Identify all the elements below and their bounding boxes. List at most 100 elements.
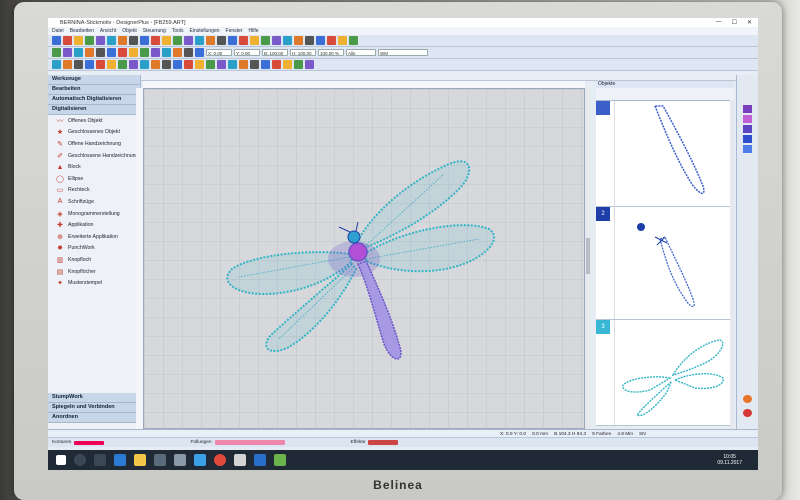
search-icon[interactable] (74, 454, 86, 466)
color-swatch-1[interactable] (743, 105, 752, 113)
section-arrange[interactable]: Anordnen (48, 413, 140, 423)
minimize-button[interactable]: — (716, 19, 722, 26)
transform-field[interactable]: X: 0.00 (206, 49, 232, 56)
bernina-app-icon[interactable] (274, 454, 286, 466)
menu-item-3[interactable]: Objekt (122, 28, 136, 34)
fill-stitch-icons[interactable] (214, 440, 285, 445)
windows-start-icon[interactable] (56, 455, 66, 465)
tool-buttonhole[interactable]: ▥ Knopfloch (48, 254, 140, 266)
app-icon[interactable] (234, 454, 246, 466)
toolbar-button-icon[interactable] (162, 48, 171, 57)
toolbar-button-icon[interactable] (228, 36, 237, 45)
toolbar-button-icon[interactable] (173, 48, 182, 57)
toolbar-button-icon[interactable] (305, 60, 314, 69)
toolbar-button-icon[interactable] (96, 36, 105, 45)
toolbar-button-icon[interactable] (261, 60, 270, 69)
tool-open-object[interactable]: 〰 Offenes Objekt (48, 115, 140, 127)
thread-icon[interactable] (743, 395, 752, 403)
maximize-button[interactable]: ☐ (732, 19, 737, 26)
task-view-icon[interactable] (94, 454, 106, 466)
tool-punchwork[interactable]: ✸ PunchWork (48, 243, 140, 255)
tool-applique[interactable]: ✚ Applikation (48, 219, 140, 231)
toolbar-button-icon[interactable] (184, 60, 193, 69)
toolbar-button-icon[interactable] (195, 36, 204, 45)
tool-monogram[interactable]: ◈ Monogrammerstellung (48, 208, 140, 220)
toolbar-button-icon[interactable] (118, 36, 127, 45)
contour-stitch-icons[interactable] (74, 440, 105, 445)
toolbar-button-icon[interactable] (294, 36, 303, 45)
toolbar-button-icon[interactable] (250, 36, 259, 45)
toolbar-button-icon[interactable] (195, 48, 204, 57)
toolbar-button-icon[interactable] (239, 36, 248, 45)
toolbar-button-icon[interactable] (107, 60, 116, 69)
chrome-icon[interactable] (214, 454, 226, 466)
color-swatch-5[interactable] (743, 145, 752, 153)
toolbar-button-icon[interactable] (74, 48, 83, 57)
section-edit[interactable]: Bearbeiten (48, 85, 140, 95)
menu-item-8[interactable]: Hilfe (248, 28, 258, 34)
transform-field[interactable]: H: 100.00 (290, 49, 316, 56)
menu-item-7[interactable]: Fenster (226, 28, 243, 34)
tool-rectangle[interactable]: ▭ Rechteck (48, 185, 140, 197)
toolbar-button-icon[interactable] (195, 60, 204, 69)
transform-field[interactable]: Y: 0.00 (234, 49, 260, 56)
toolbar-button-icon[interactable] (118, 48, 127, 57)
toolbar-button-icon[interactable] (217, 60, 226, 69)
toolbar-button-icon[interactable] (316, 36, 325, 45)
filter-dropdown[interactable]: Alle (346, 49, 376, 56)
toolbar-button-icon[interactable] (261, 36, 270, 45)
toolbar-button-icon[interactable] (85, 60, 94, 69)
toolbar-button-icon[interactable] (140, 60, 149, 69)
toolbar-button-icon[interactable] (184, 36, 193, 45)
toolbar-button-icon[interactable] (327, 36, 336, 45)
color-swatch-3[interactable] (743, 125, 752, 133)
toolbar-button-icon[interactable] (85, 36, 94, 45)
effect-icons[interactable] (368, 440, 399, 445)
toolbar-button-icon[interactable] (96, 48, 105, 57)
color-swatch-2[interactable] (743, 115, 752, 123)
toolbar-button-icon[interactable] (283, 60, 292, 69)
file-explorer-icon[interactable] (134, 454, 146, 466)
toolbar-button-icon[interactable] (52, 48, 61, 57)
menu-item-1[interactable]: Bearbeiten (70, 28, 94, 34)
menu-item-6[interactable]: Einstellungen (190, 28, 220, 34)
toolbar-button-icon[interactable] (305, 36, 314, 45)
toolbar-button-icon[interactable] (129, 60, 138, 69)
toolbar-button-icon[interactable] (217, 36, 226, 45)
toolbar-button-icon[interactable] (63, 36, 72, 45)
toolbar-button-icon[interactable] (173, 60, 182, 69)
section-auto-digitize[interactable]: Automatisch Digitalisieren (48, 95, 140, 105)
toolbar-button-icon[interactable] (74, 36, 83, 45)
toolbar-button-icon[interactable] (107, 48, 116, 57)
toolbar-button-icon[interactable] (63, 48, 72, 57)
toolbar-button-icon[interactable] (129, 48, 138, 57)
toolbar-button-icon[interactable] (96, 60, 105, 69)
toolbar-button-icon[interactable] (140, 36, 149, 45)
toolbar-button-icon[interactable] (294, 60, 303, 69)
toolbar-button-icon[interactable] (173, 36, 182, 45)
toolbar-button-icon[interactable] (206, 60, 215, 69)
toolbar-button-icon[interactable] (118, 60, 127, 69)
search-input[interactable]: WM (378, 49, 428, 56)
menu-item-0[interactable]: Datei (52, 28, 64, 34)
toolbar-button-icon[interactable] (107, 36, 116, 45)
object-item-2[interactable]: 2 (596, 207, 730, 320)
app-icon[interactable] (174, 454, 186, 466)
transform-field[interactable]: B: 100.00 (262, 49, 288, 56)
canvas-vertical-scrollbar[interactable] (585, 88, 591, 429)
toolbar-button-icon[interactable] (206, 36, 215, 45)
object-item-3[interactable]: 3 (596, 320, 730, 426)
toolbar-button-icon[interactable] (239, 60, 248, 69)
tool-freehand-closed[interactable]: ✐ Geschlossene Handzeichnung (48, 150, 140, 162)
edge-browser-icon[interactable] (114, 454, 126, 466)
stop-icon[interactable] (743, 409, 752, 417)
store-icon[interactable] (154, 454, 166, 466)
tool-ellipse[interactable]: ◯ Ellipse (48, 173, 140, 185)
design-canvas[interactable] (143, 88, 585, 429)
scroll-thumb[interactable] (586, 238, 590, 274)
toolbar-button-icon[interactable] (85, 48, 94, 57)
color-swatch-4[interactable] (743, 135, 752, 143)
toolbar-button-icon[interactable] (52, 60, 61, 69)
toolbar-button-icon[interactable] (140, 48, 149, 57)
transform-field[interactable]: 100.00 % (318, 49, 344, 56)
